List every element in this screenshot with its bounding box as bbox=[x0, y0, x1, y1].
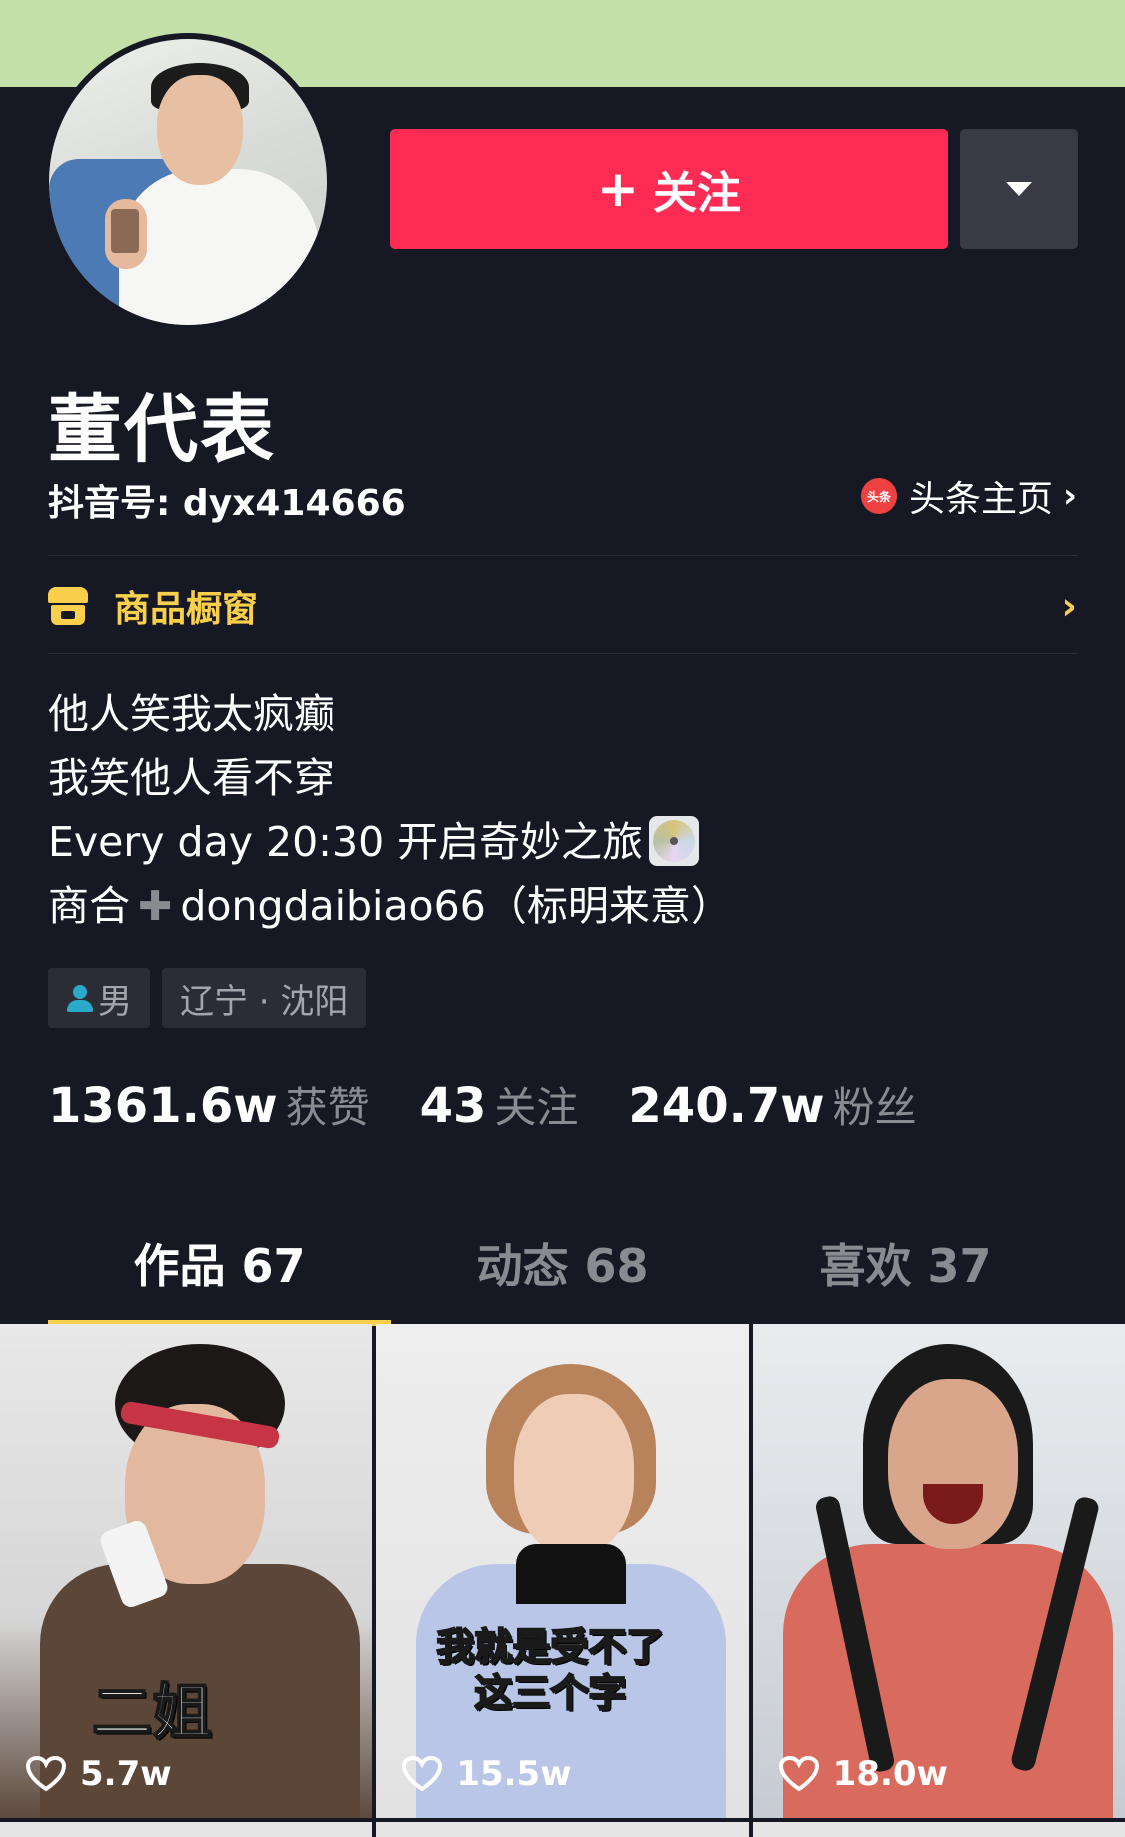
tab-likes[interactable]: 喜欢 37 bbox=[734, 1230, 1077, 1326]
video-likes: 18.0w bbox=[778, 1754, 948, 1794]
stat-label: 关注 bbox=[494, 1083, 579, 1132]
next-row-thumbnails bbox=[0, 1822, 1125, 1837]
video-thumbnail[interactable]: 我就是受不了 这三个字 15.5w bbox=[376, 1324, 749, 1818]
bio-line: 他人笑我太疯癫 bbox=[48, 690, 335, 738]
more-dropdown-button[interactable] bbox=[960, 129, 1078, 249]
gender-label: 男 bbox=[98, 981, 132, 1022]
stat-value: 240.7w bbox=[628, 1078, 825, 1134]
stat-followers[interactable]: 240.7w 粉丝 bbox=[628, 1074, 916, 1135]
location-tag: 辽宁 · 沈阳 bbox=[162, 968, 367, 1028]
douyin-id: 抖音号: dyx414666 bbox=[48, 483, 406, 524]
chevron-right-icon: › bbox=[1062, 476, 1077, 516]
shop-window-row[interactable]: 商品橱窗 › bbox=[48, 578, 1077, 634]
toutiao-homepage-link[interactable]: 头条 头条主页 › bbox=[860, 470, 1077, 522]
heart-icon bbox=[778, 1756, 819, 1792]
likes-count: 15.5w bbox=[456, 1754, 572, 1794]
likes-count: 5.7w bbox=[80, 1754, 172, 1794]
person-icon bbox=[66, 983, 93, 1013]
video-grid: 二姐 5.7w 我就是受不了 这三个字 15.5w 18.0w bbox=[0, 1324, 1125, 1818]
chevron-right-icon: › bbox=[1061, 584, 1077, 628]
video-thumbnail[interactable]: 二姐 5.7w bbox=[0, 1324, 373, 1818]
stat-likes: 1361.6w 获赞 bbox=[48, 1074, 370, 1135]
profile-tags: 男 辽宁 · 沈阳 bbox=[48, 968, 367, 1028]
content-tabs: 作品 67 动态 68 喜欢 37 bbox=[48, 1230, 1077, 1326]
stat-label: 获赞 bbox=[285, 1083, 370, 1132]
dropdown-triangle-icon bbox=[1006, 182, 1032, 196]
gender-tag: 男 bbox=[48, 968, 150, 1028]
stat-following[interactable]: 43 关注 bbox=[420, 1074, 579, 1135]
video-caption: 我就是受不了 这三个字 bbox=[435, 1624, 665, 1716]
location-label: 辽宁 · 沈阳 bbox=[180, 981, 349, 1022]
bio-line: Every day 20:30 开启奇妙之旅 bbox=[48, 810, 732, 874]
bio-text: 商合 bbox=[48, 882, 130, 930]
divider bbox=[48, 653, 1077, 654]
tab-posts[interactable]: 动态 68 bbox=[391, 1230, 734, 1326]
bio-text: dongdaibiao66（标明来意） bbox=[180, 882, 732, 930]
heart-icon bbox=[26, 1756, 66, 1792]
follow-button[interactable]: + 关注 bbox=[390, 129, 948, 249]
divider bbox=[48, 555, 1077, 556]
likes-count: 18.0w bbox=[832, 1754, 948, 1794]
stat-value: 1361.6w bbox=[48, 1078, 278, 1134]
follow-label: 关注 bbox=[652, 168, 741, 219]
video-likes: 15.5w bbox=[402, 1754, 572, 1794]
bio: 他人笑我太疯癫 我笑他人看不穿 Every day 20:30 开启奇妙之旅 商… bbox=[48, 682, 732, 938]
video-thumbnail[interactable]: 18.0w bbox=[752, 1324, 1125, 1818]
plus-emoji-icon: ✚ bbox=[138, 882, 173, 930]
plus-icon: + bbox=[597, 160, 639, 218]
tab-works[interactable]: 作品 67 bbox=[48, 1230, 391, 1326]
shop-label: 商品橱窗 bbox=[114, 589, 259, 630]
stat-value: 43 bbox=[419, 1078, 487, 1134]
stat-label: 粉丝 bbox=[832, 1083, 917, 1132]
profile-stats: 1361.6w 获赞 43 关注 240.7w 粉丝 bbox=[48, 1074, 967, 1135]
profile-name: 董代表 bbox=[48, 387, 276, 473]
bio-text: Every day 20:30 开启奇妙之旅 bbox=[48, 818, 644, 866]
disc-emoji-icon bbox=[649, 816, 700, 866]
heart-icon bbox=[402, 1756, 443, 1792]
shop-icon bbox=[48, 587, 88, 625]
video-thumbnail[interactable] bbox=[376, 1822, 749, 1837]
avatar-image bbox=[49, 39, 327, 325]
video-caption: 二姐 bbox=[91, 1677, 213, 1749]
toutiao-logo-icon: 头条 bbox=[860, 478, 897, 514]
avatar[interactable] bbox=[43, 33, 333, 331]
video-thumbnail[interactable] bbox=[752, 1822, 1125, 1837]
caption-line: 我就是受不了 bbox=[435, 1624, 665, 1670]
caption-line: 这三个字 bbox=[473, 1670, 627, 1716]
toutiao-label: 头条主页 bbox=[908, 479, 1053, 520]
bio-line: 商合 ✚ dongdaibiao66（标明来意） bbox=[48, 874, 732, 938]
bio-line: 我笑他人看不穿 bbox=[48, 754, 335, 802]
video-thumbnail[interactable] bbox=[0, 1822, 373, 1837]
video-likes: 5.7w bbox=[26, 1754, 172, 1794]
